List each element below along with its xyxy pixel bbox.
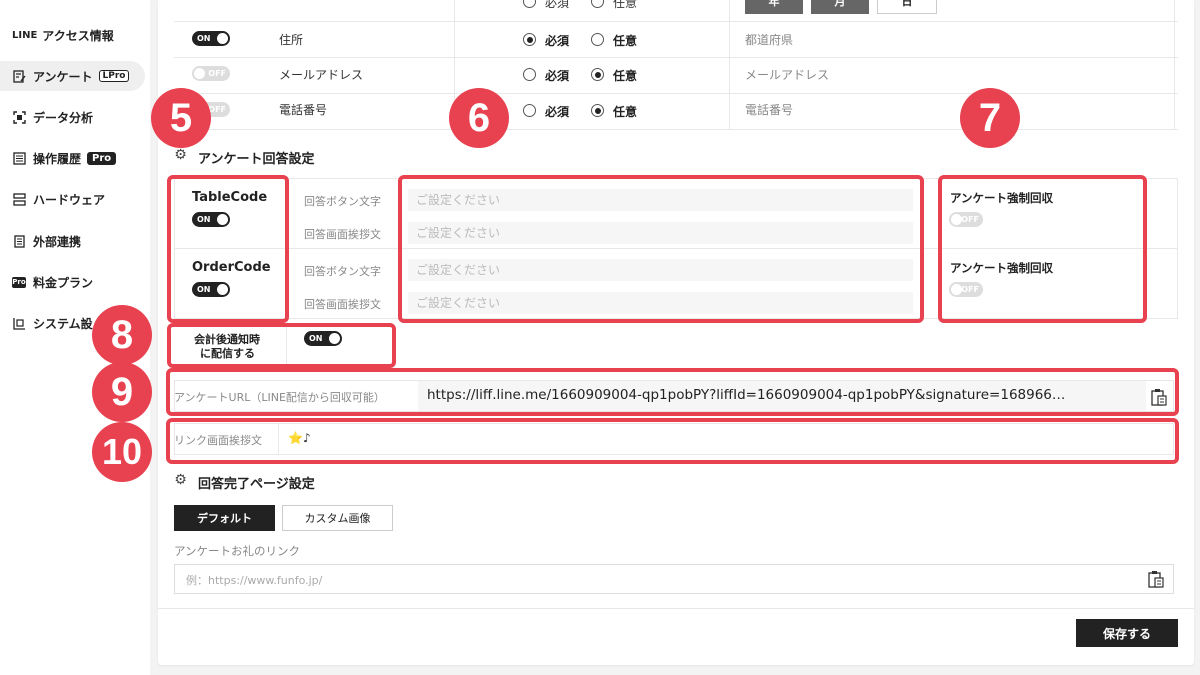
annotation-box-9 [166,368,1179,416]
sidebar-item-hardware[interactable]: ハードウェア [0,184,145,214]
scan-icon [12,110,26,124]
gear-icon: ⚙ [174,147,187,163]
answer-button-text-label: 回答ボタン文字 [304,195,381,208]
radio-optional-top[interactable] [591,0,604,8]
radio-optional-address[interactable] [591,33,604,46]
sidebar-item-survey[interactable]: アンケート LPro [0,61,145,91]
list-icon [12,151,26,165]
divider [158,608,1194,609]
optional-label: 任意 [613,69,638,83]
sidebar-item-access-info[interactable]: LINE アクセス情報 [0,20,145,50]
pro-icon: Pro [12,276,26,288]
annotation-number-8: 8 [92,305,152,365]
sidebar-item-label: ハードウェア [33,192,106,207]
radio-required-email[interactable] [523,68,536,81]
radio-required-phone[interactable] [523,104,536,117]
optional-label: 任意 [613,34,638,48]
annotation-box-7 [938,175,1147,323]
required-label: 必須 [545,69,570,83]
radio-required-top[interactable] [523,0,536,8]
optional-label: 任意 [613,0,638,10]
annotation-box-5 [167,175,289,323]
address-placeholder: 都道府県 [745,33,794,47]
form-edit-icon [12,69,26,83]
required-label: 必須 [545,105,570,119]
lpro-badge: LPro [98,70,130,82]
thanks-link-input-box[interactable] [174,564,1174,594]
answer-greeting-label: 回答画面挨拶文 [304,228,381,241]
field-label-address: 住所 [279,33,304,47]
clipboard-paste-icon[interactable] [1148,570,1164,588]
answer-settings-title: アンケート回答設定 [198,152,315,167]
complete-page-title: 回答完了ページ設定 [198,477,315,492]
save-button[interactable]: 保存する [1076,619,1178,647]
pro-badge: Pro [87,151,117,165]
thanks-link-label: アンケートお礼のリンク [174,544,301,558]
sidebar-item-label: 操作履歴 [33,151,82,166]
annotation-number-9: 9 [92,362,152,422]
annotation-number-6: 6 [449,88,509,148]
tab-default[interactable]: デフォルト [174,505,275,531]
divider [174,93,1178,94]
radio-optional-phone[interactable] [591,104,604,117]
annotation-box-8 [167,323,396,368]
email-placeholder: メールアドレス [745,68,830,82]
year-button[interactable]: 年 [745,0,803,14]
sidebar-item-label: 料金プラン [33,275,94,290]
radio-required-address[interactable] [523,33,536,46]
sidebar-item-label: アンケート [33,69,93,84]
sidebar-item-label: 外部連携 [33,234,82,249]
sidebar-item-history[interactable]: 操作履歴 Pro [0,143,145,173]
annotation-box-6 [398,175,924,323]
line-logo-icon: LINE [12,29,38,41]
tab-custom-image[interactable]: カスタム画像 [282,505,393,531]
sidebar-item-label: システム設 [33,316,93,331]
divider [174,21,1178,22]
field-label-phone: 電話番号 [279,103,328,117]
annotation-box-10 [166,418,1179,464]
address-toggle[interactable]: ON [192,31,230,46]
sidebar-item-label: アクセス情報 [42,28,114,43]
divider [174,57,1178,58]
sidebar-item-integrations[interactable]: 外部連携 [0,226,145,256]
sidebar-item-analytics[interactable]: データ分析 [0,102,145,132]
annotation-number-7: 7 [960,88,1020,148]
required-label: 必須 [545,0,570,10]
sidebar-item-label: データ分析 [33,110,94,125]
annotation-number-10: 10 [92,422,152,482]
required-label: 必須 [545,34,570,48]
divider [174,129,1178,130]
month-button[interactable]: 月 [811,0,869,14]
email-toggle[interactable]: OFF [192,66,230,81]
answer-greeting-label: 回答画面挨拶文 [304,298,381,311]
phone-placeholder: 電話番号 [745,103,794,117]
day-button[interactable]: 日 [877,0,937,14]
document-icon [12,234,26,248]
divider [729,0,730,130]
radio-optional-email[interactable] [591,68,604,81]
optional-label: 任意 [613,105,638,119]
annotation-number-5: 5 [151,88,211,148]
field-label-email: メールアドレス [279,68,364,82]
hardware-icon [12,192,26,206]
system-icon [12,316,26,330]
thanks-link-input[interactable]: 例：https://www.funfo.jp/ [186,572,322,588]
answer-button-text-label: 回答ボタン文字 [304,265,381,278]
gear-icon: ⚙ [174,472,187,488]
sidebar-item-pricing[interactable]: Pro 料金プラン [0,267,145,297]
divider [1174,0,1175,130]
